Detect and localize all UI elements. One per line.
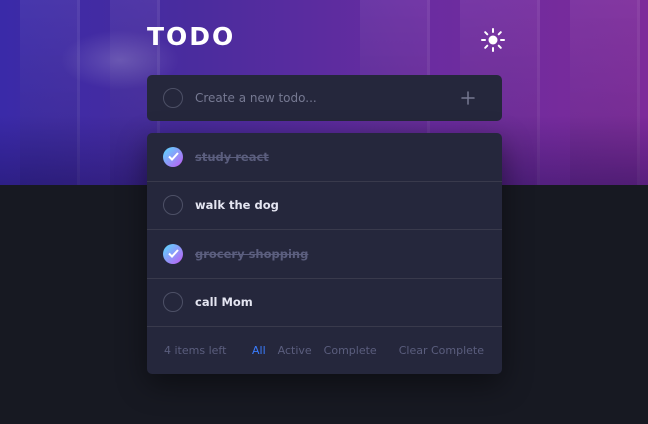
plus-icon [461, 91, 475, 105]
theme-toggle-button[interactable] [480, 27, 506, 53]
add-todo-button[interactable] [458, 88, 478, 108]
todo-checkbox[interactable] [163, 243, 183, 264]
todo-checkbox[interactable] [163, 146, 183, 167]
items-left-count: 4 items left [164, 344, 227, 357]
todo-item[interactable]: grocery shopping [147, 230, 502, 279]
todo-label: call Mom [195, 295, 253, 310]
clear-complete-button[interactable]: Clear Complete [399, 344, 484, 357]
new-todo-input[interactable] [195, 91, 445, 105]
todo-item[interactable]: call Mom [147, 279, 502, 327]
todo-label: grocery shopping [195, 246, 309, 261]
new-todo-circle[interactable] [163, 88, 183, 108]
check-icon [167, 249, 179, 259]
filter-all[interactable]: All [252, 344, 266, 357]
todo-label: study react [195, 149, 269, 164]
todo-checkbox[interactable] [163, 195, 183, 216]
filter-complete[interactable]: Complete [324, 344, 377, 357]
sun-icon [481, 28, 505, 52]
todo-checkbox[interactable] [163, 292, 183, 313]
filter-active[interactable]: Active [278, 344, 312, 357]
todo-list: study react walk the dog grocery shoppin… [147, 133, 502, 374]
new-todo-bar [147, 75, 502, 121]
filter-group: All Active Complete [252, 344, 377, 357]
todo-footer: 4 items left All Active Complete Clear C… [147, 327, 502, 374]
check-icon [167, 152, 179, 162]
app-title: TODO [147, 22, 236, 51]
todo-label: walk the dog [195, 198, 279, 213]
todo-item[interactable]: walk the dog [147, 182, 502, 230]
todo-item[interactable]: study react [147, 133, 502, 182]
